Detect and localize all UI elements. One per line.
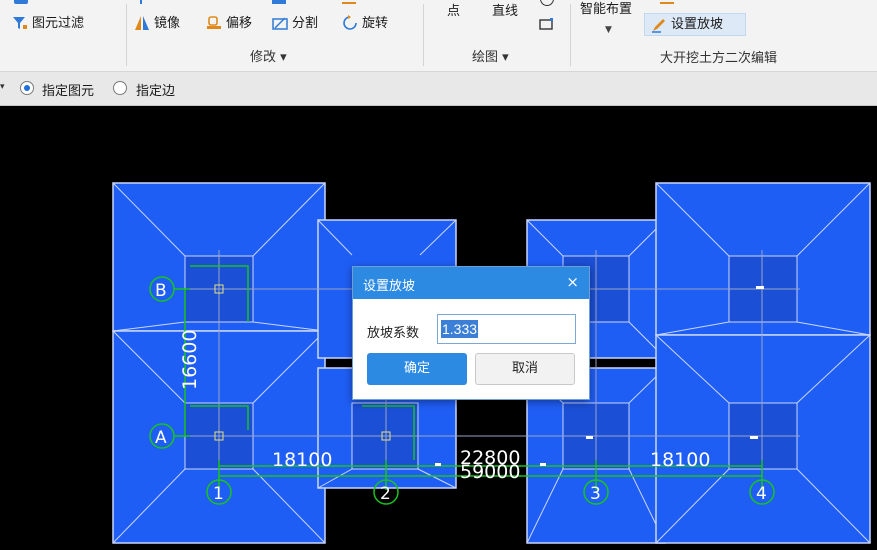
slope-coefficient-label: 放坡系数 [367, 326, 420, 341]
collapse-arrow-icon[interactable]: ▾ [0, 82, 5, 92]
element-stretch-icon[interactable] [14, 0, 28, 4]
excavation-pit-top-right[interactable] [655, 182, 871, 336]
specify-element-label[interactable]: 指定图元 [42, 80, 94, 99]
dim-18100-right: 18100 [650, 449, 710, 471]
options-bar: ▾ 指定图元 指定边 [0, 72, 877, 106]
offset-button[interactable]: 偏移 [206, 14, 266, 34]
filter-label: 图元过滤 [32, 16, 85, 31]
split-label: 分割 [292, 16, 319, 31]
rotate-icon [343, 15, 357, 30]
modify-group-title[interactable]: 修改 ▾ [250, 46, 287, 65]
slope-pencil-icon [652, 19, 665, 33]
group-separator [423, 4, 424, 66]
move-icon[interactable] [140, 0, 152, 4]
edit-excavation-icon[interactable] [660, 0, 674, 4]
dim-16600-vertical: 16600 [179, 330, 201, 390]
draw-group-title[interactable]: 绘图 ▾ [472, 46, 509, 65]
close-icon[interactable]: × [566, 273, 579, 291]
cancel-button[interactable]: 取消 [475, 353, 575, 385]
axis-bubble-2[interactable]: 2 [373, 479, 399, 505]
ok-button[interactable]: 确定 [367, 353, 467, 385]
radio-specify-edge[interactable] [113, 81, 127, 95]
dialog-title: 设置放坡 [363, 279, 416, 294]
axis-label-1: 1 [213, 484, 224, 504]
axis-label-3: 3 [590, 484, 601, 504]
axis-label-A: A [155, 428, 167, 448]
filter-icon [13, 17, 27, 29]
dialog-title-bar[interactable]: 设置放坡 × [353, 267, 589, 299]
rectangle-tool-icon[interactable] [538, 16, 554, 32]
group-separator [126, 4, 127, 66]
radio-specify-element[interactable] [20, 81, 34, 95]
set-slope-dialog: 设置放坡 × 放坡系数 1.333 确定 取消 [352, 266, 590, 400]
excavation-pit-bottom-right[interactable] [655, 334, 871, 544]
set-slope-label: 设置放坡 [671, 17, 724, 32]
split-button[interactable]: 分割 [272, 14, 332, 34]
merge-icon[interactable] [272, 0, 286, 4]
axis-label-4: 4 [756, 484, 767, 504]
slope-coefficient-input[interactable]: 1.333 [437, 314, 576, 344]
set-slope-button[interactable]: 设置放坡 [644, 13, 746, 36]
slope-coefficient-value: 1.333 [441, 320, 479, 338]
dim-59000: 59000 [460, 461, 520, 483]
offset-icon [207, 16, 221, 29]
ribbon-toolbar: 图元过滤 镜像 偏移 分割 旋转 修改 ▾ 点 直线 绘图 ▾ 智能布置 ▼ 设… [0, 0, 877, 72]
dim-18100-left: 18100 [272, 449, 332, 471]
delete-icon[interactable] [342, 0, 356, 4]
rotate-button[interactable]: 旋转 [342, 14, 402, 34]
split-icon [272, 17, 288, 30]
line-button[interactable]: 直线 [492, 4, 518, 20]
mirror-icon [135, 16, 149, 30]
mirror-label: 镜像 [154, 16, 181, 31]
axis-label-2: 2 [380, 484, 391, 504]
mirror-button[interactable]: 镜像 [134, 14, 194, 34]
point-button[interactable]: 点 [447, 4, 460, 20]
excavation-group-title: 大开挖土方二次编辑 [660, 51, 778, 66]
circle-tool-icon[interactable] [540, 0, 554, 6]
specify-edge-label[interactable]: 指定边 [136, 80, 175, 99]
smart-layout-dropdown-icon[interactable]: ▼ [605, 22, 612, 38]
smart-layout-button[interactable]: 智能布置 [580, 2, 632, 18]
axis-label-B: B [155, 281, 167, 301]
filter-button[interactable]: 图元过滤 [12, 14, 102, 34]
rotate-label: 旋转 [362, 16, 389, 31]
offset-label: 偏移 [226, 16, 253, 31]
group-separator [570, 4, 571, 66]
